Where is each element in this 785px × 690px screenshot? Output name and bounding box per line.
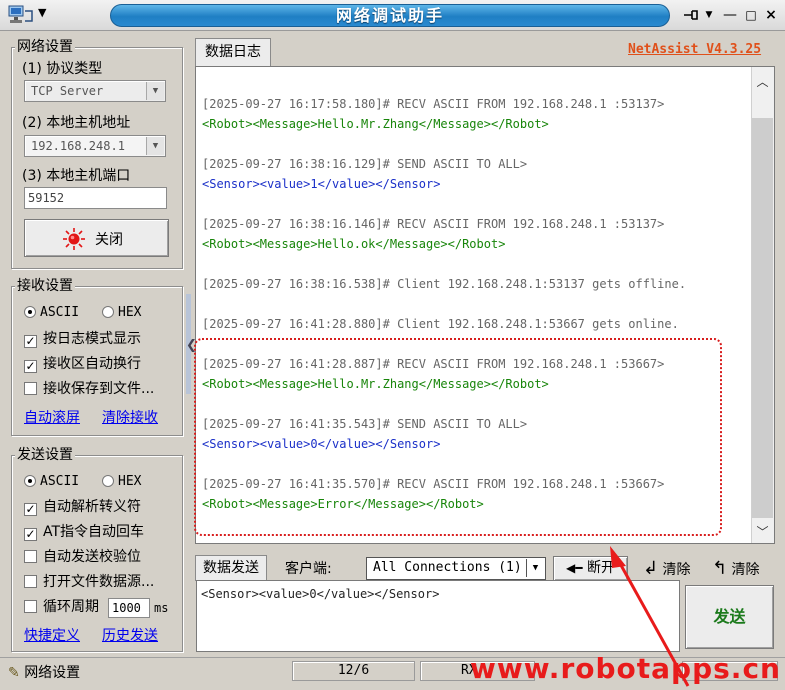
local-host-label: (2) 本地主机地址 bbox=[22, 115, 131, 131]
log-entry: [2025-09-27 16:41:28.880]# Client 192.16… bbox=[202, 314, 747, 334]
local-host-select[interactable]: 192.168.248.1 ▼ bbox=[24, 135, 166, 157]
checkmark-icon: ✓ bbox=[24, 502, 37, 516]
receive-hex-radio[interactable]: HEX bbox=[102, 303, 141, 323]
network-app-icon[interactable] bbox=[8, 5, 34, 25]
log-entry: [2025-09-27 16:38:16.538]# Client 192.16… bbox=[202, 274, 747, 294]
protocol-type-label: (1) 协议类型 bbox=[22, 61, 103, 77]
cycle-period-input[interactable]: 1000 bbox=[108, 598, 150, 618]
log-header: [2025-09-27 16:38:16.146]# RECV ASCII FR… bbox=[202, 217, 665, 231]
log-entry: [2025-09-27 16:38:16.146]# RECV ASCII FR… bbox=[202, 214, 747, 254]
curved-arrow-down-icon: ↲ bbox=[643, 558, 659, 579]
file-source-checkbox[interactable]: 打开文件数据源... bbox=[24, 572, 154, 592]
radio-selected-icon bbox=[24, 475, 36, 487]
window-title: 网络调试助手 bbox=[110, 4, 670, 27]
checkbox-empty-icon bbox=[24, 600, 37, 613]
log-header: [2025-09-27 16:38:16.129]# SEND ASCII TO… bbox=[202, 157, 528, 171]
history-send-link[interactable]: 历史发送 bbox=[102, 625, 158, 645]
highlight-annotation bbox=[194, 338, 722, 536]
send-hex-radio[interactable]: HEX bbox=[102, 472, 141, 492]
checkmark-icon: ✓ bbox=[24, 334, 37, 348]
checkbox-empty-icon bbox=[24, 550, 37, 563]
tab-data-send[interactable]: 数据发送 bbox=[195, 555, 267, 581]
log-scroll-thumb[interactable] bbox=[752, 118, 773, 518]
title-bar: ▼ 网络调试助手 ▼ — □ × bbox=[0, 0, 785, 31]
minimize-button[interactable]: — bbox=[720, 5, 740, 25]
disconnect-label: 断开 bbox=[586, 560, 615, 576]
receive-settings-title: 接收设置 bbox=[15, 278, 75, 294]
log-header: [2025-09-27 16:17:58.180]# RECV ASCII FR… bbox=[202, 97, 665, 111]
watermark-text: www.robotapps.cn bbox=[470, 652, 781, 685]
client-select[interactable]: All Connections (1) ▼ bbox=[366, 557, 546, 580]
system-menu-arrow-icon[interactable]: ▼ bbox=[38, 6, 46, 19]
log-header: [2025-09-27 16:41:28.880]# Client 192.16… bbox=[202, 317, 679, 331]
scroll-up-icon[interactable]: ︿ bbox=[752, 72, 773, 92]
cycle-send-checkbox[interactable]: 循环周期 bbox=[24, 597, 99, 617]
log-body: <Robot><Message>Hello.ok</Message></Robo… bbox=[202, 237, 506, 251]
dropdown-arrow-icon[interactable]: ▼ bbox=[703, 5, 715, 25]
close-connection-label: 关闭 bbox=[95, 232, 123, 248]
tab-data-log[interactable]: 数据日志 bbox=[195, 38, 271, 66]
version-link[interactable]: NetAssist V4.3.25 bbox=[628, 42, 761, 57]
local-port-label: (3) 本地主机端口 bbox=[22, 168, 131, 184]
checkmark-icon: ✓ bbox=[24, 527, 37, 541]
radio-selected-icon bbox=[24, 306, 36, 318]
shortcut-define-link[interactable]: 快捷定义 bbox=[24, 625, 80, 645]
client-value: All Connections (1) bbox=[373, 560, 522, 575]
clear-receive-link[interactable]: 清除接收 bbox=[102, 407, 158, 427]
clear-history-button[interactable]: ↰ 清除 bbox=[712, 558, 776, 580]
log-body: <Robot><Message>Hello.Mr.Zhang</Message>… bbox=[202, 117, 549, 131]
checkmark-icon: ✓ bbox=[24, 359, 37, 373]
status-count: 12/6 bbox=[292, 661, 415, 681]
radio-icon bbox=[102, 306, 114, 318]
close-button[interactable]: × bbox=[762, 5, 780, 25]
protocol-type-value: TCP Server bbox=[31, 84, 104, 98]
receive-ascii-radio[interactable]: ASCII bbox=[24, 303, 79, 323]
log-mode-checkbox[interactable]: ✓ 按日志模式显示 bbox=[24, 329, 141, 349]
maximize-icon[interactable]: □ bbox=[742, 5, 760, 25]
send-settings-title: 发送设置 bbox=[15, 447, 75, 463]
status-network-settings[interactable]: ✎ 网络设置 bbox=[8, 662, 80, 682]
auto-scroll-link[interactable]: 自动滚屏 bbox=[24, 407, 80, 427]
log-body: <Sensor><value>1</value></Sensor> bbox=[202, 177, 441, 191]
chevron-down-icon[interactable]: ▼ bbox=[146, 137, 164, 155]
protocol-type-select[interactable]: TCP Server ▼ bbox=[24, 80, 166, 102]
parse-escape-checkbox[interactable]: ✓ 自动解析转义符 bbox=[24, 497, 141, 517]
close-connection-button[interactable]: 关闭 bbox=[24, 219, 169, 257]
auto-checksum-checkbox[interactable]: 自动发送校验位 bbox=[24, 547, 141, 567]
disconnect-button[interactable]: ◀━ 断开 bbox=[553, 556, 628, 581]
scroll-down-icon[interactable]: ﹀ bbox=[752, 522, 773, 542]
clear-send-button[interactable]: ↲ 清除 bbox=[643, 558, 705, 580]
network-settings-title: 网络设置 bbox=[15, 39, 75, 55]
radio-icon bbox=[102, 475, 114, 487]
send-ascii-radio[interactable]: ASCII bbox=[24, 472, 79, 492]
log-entry: [2025-09-27 16:17:58.180]# RECV ASCII FR… bbox=[202, 94, 747, 134]
curved-arrow-up-icon: ↰ bbox=[712, 558, 728, 579]
send-text: <Sensor><value>0</value></Sensor> bbox=[201, 587, 440, 601]
log-header: [2025-09-27 16:38:16.538]# Client 192.16… bbox=[202, 277, 687, 291]
local-host-value: 192.168.248.1 bbox=[31, 139, 125, 153]
local-port-input[interactable]: 59152 bbox=[24, 187, 167, 209]
save-to-file-checkbox[interactable]: 接收保存到文件... bbox=[24, 379, 154, 399]
wrench-icon: ✎ bbox=[8, 665, 20, 681]
receive-wrap-checkbox[interactable]: ✓ 接收区自动换行 bbox=[24, 354, 141, 374]
send-button[interactable]: 发送 bbox=[685, 585, 774, 649]
client-label: 客户端: bbox=[285, 561, 332, 577]
log-entry: [2025-09-27 16:38:16.129]# SEND ASCII TO… bbox=[202, 154, 747, 194]
red-light-icon bbox=[63, 228, 85, 250]
checkbox-empty-icon bbox=[24, 382, 37, 395]
chevron-down-icon[interactable]: ▼ bbox=[146, 82, 164, 100]
arrow-left-icon: ◀━ bbox=[566, 561, 583, 575]
checkbox-empty-icon bbox=[24, 575, 37, 588]
chevron-down-icon[interactable]: ▼ bbox=[526, 559, 544, 577]
cycle-unit-label: ms bbox=[154, 601, 169, 615]
pin-icon[interactable] bbox=[682, 8, 700, 22]
at-auto-return-checkbox[interactable]: ✓ AT指令自动回车 bbox=[24, 522, 144, 542]
